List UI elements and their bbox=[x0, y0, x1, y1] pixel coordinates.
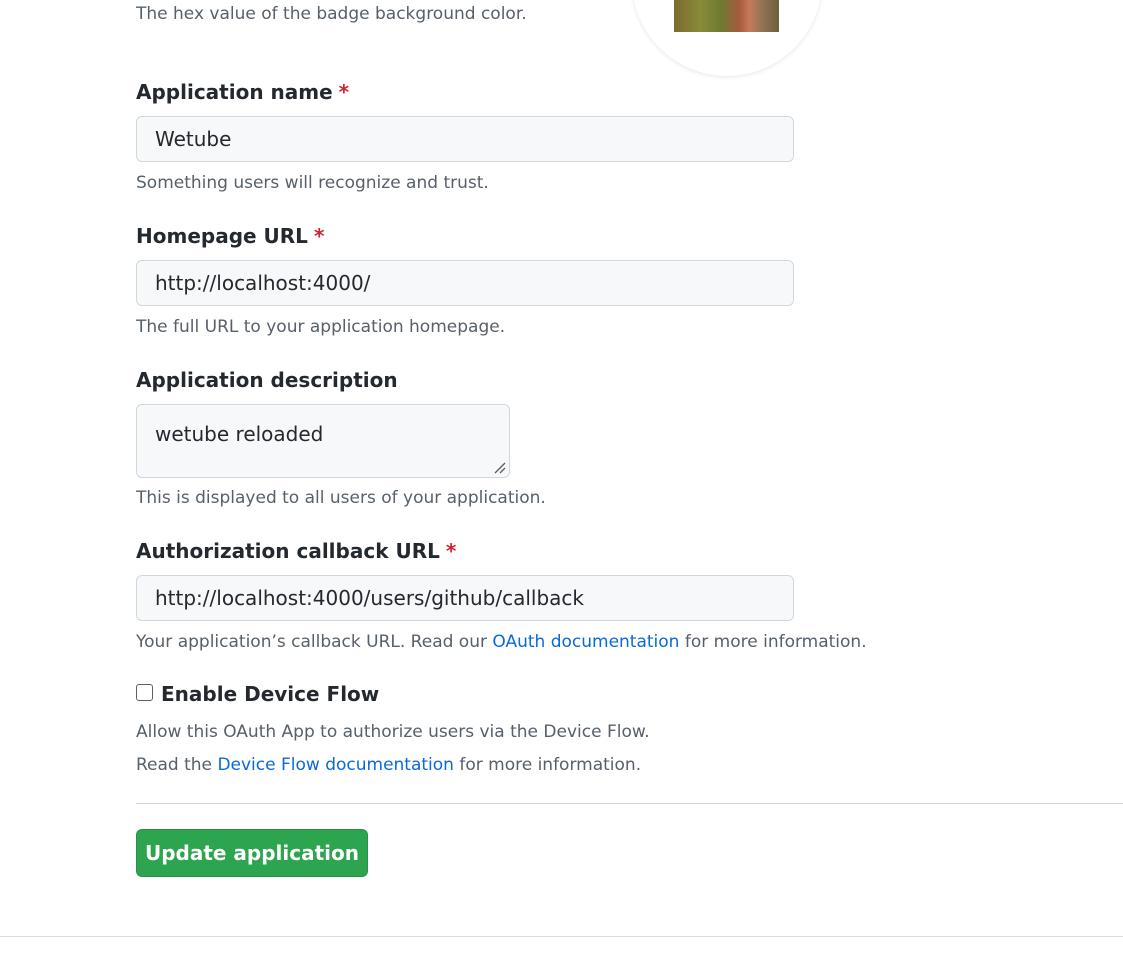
callback-hint-suffix: for more information. bbox=[679, 632, 867, 652]
update-application-button[interactable]: Update application bbox=[136, 829, 368, 877]
app-name-hint: Something users will recognize and trust… bbox=[136, 173, 489, 193]
app-description-textarea[interactable]: wetube reloaded bbox=[136, 404, 510, 478]
app-logo-image bbox=[674, 0, 779, 32]
oauth-documentation-link[interactable]: OAuth documentation bbox=[492, 632, 679, 652]
enable-device-flow-checkbox[interactable] bbox=[136, 684, 153, 701]
required-mark: * bbox=[445, 539, 457, 563]
callback-url-input[interactable] bbox=[136, 575, 794, 621]
enable-device-flow-label[interactable]: Enable Device Flow bbox=[161, 682, 379, 706]
app-description-hint: This is displayed to all users of your a… bbox=[136, 488, 546, 508]
device-flow-documentation-link[interactable]: Device Flow documentation bbox=[217, 755, 454, 775]
homepage-url-input[interactable] bbox=[136, 260, 794, 306]
oauth-app-settings-form: The hex value of the badge background co… bbox=[0, 0, 1123, 956]
device-flow-doc-hint: Read the Device Flow documentation for m… bbox=[136, 755, 641, 775]
required-mark: * bbox=[313, 224, 325, 248]
resize-handle-icon[interactable] bbox=[494, 462, 506, 474]
homepage-url-label: Homepage URL * bbox=[136, 224, 324, 248]
footer-divider bbox=[0, 936, 1123, 937]
callback-hint-prefix: Your application’s callback URL. Read ou… bbox=[136, 632, 493, 652]
required-mark: * bbox=[338, 80, 350, 104]
app-name-label-text: Application name bbox=[136, 80, 333, 104]
app-description-label: Application description bbox=[136, 368, 398, 392]
homepage-url-label-text: Homepage URL bbox=[136, 224, 308, 248]
device-flow-hint: Allow this OAuth App to authorize users … bbox=[136, 722, 650, 742]
callback-url-label-text: Authorization callback URL bbox=[136, 539, 440, 563]
app-name-input[interactable] bbox=[136, 116, 794, 162]
device-flow-hint-suffix: for more information. bbox=[453, 755, 642, 775]
app-description-label-text: Application description bbox=[136, 368, 398, 392]
badge-color-hint: The hex value of the badge background co… bbox=[136, 4, 527, 24]
app-logo-preview bbox=[632, 0, 822, 76]
form-divider bbox=[136, 803, 1123, 804]
device-flow-hint-prefix: Read the bbox=[136, 755, 218, 775]
app-name-label: Application name * bbox=[136, 80, 349, 104]
callback-url-hint: Your application’s callback URL. Read ou… bbox=[136, 632, 867, 652]
callback-url-label: Authorization callback URL * bbox=[136, 539, 456, 563]
homepage-url-hint: The full URL to your application homepag… bbox=[136, 317, 506, 337]
